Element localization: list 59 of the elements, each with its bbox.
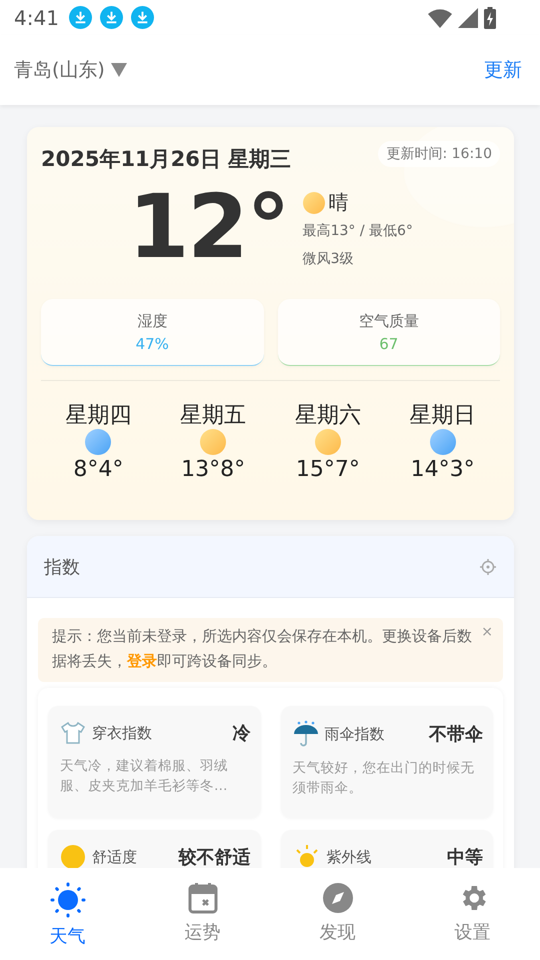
forecast-temperature: 14°3° [410,457,475,482]
index-name: 穿衣指数 [92,724,152,742]
forecast-day: 星期五 [180,403,246,429]
wind-text: 微风3级 [302,250,354,268]
forecast-day: 星期四 [65,403,132,429]
shirt-icon [60,720,86,746]
clock: 4:41 [14,6,59,30]
notice-text: 提示：您当前未登录，所选内容仅会保存在本机。更换设备后数据将丢失，登录即可跨设备同步。 [52,627,472,670]
index-name: 雨伞指数 [324,724,384,744]
sun-icon [302,192,325,214]
temperature-range: 最高13° / 最低6° [302,222,413,240]
sun-icon [200,429,226,455]
wifi-icon [428,8,452,28]
stat-value: 67 [379,334,398,352]
battery-icon [484,6,496,28]
index-card[interactable]: 舒适度 较不舒适 [48,830,260,868]
forecast-day: 星期六 [294,403,361,429]
index-card[interactable]: 雨伞指数 不带伞 天气较好，您在出门的时候无须带雨伞。 [280,706,493,818]
download-icon [130,6,154,29]
forecast-day: 星期日 [410,403,476,429]
index-value: 中等 [447,846,483,868]
nav-tab[interactable]: 设置 [405,868,540,960]
index-value: 较不舒适 [178,846,250,868]
forecast-temperature: 13°8° [181,457,246,482]
index-card[interactable]: 紫外线 中等 [280,830,493,868]
index-value: 冷 [232,722,250,745]
umbrella-icon [292,720,318,748]
sun-icon [50,882,86,918]
nav-tab[interactable]: 运势 [135,868,270,960]
current-temperature: 12° [128,177,289,277]
index-value: 不带伞 [429,723,483,746]
caret-icon [110,63,127,77]
condition-text: 晴 [328,189,349,216]
compass-icon [322,882,354,914]
close-button[interactable]: × [481,624,493,640]
index-name: 舒适度 [92,848,137,866]
index-description: 天气较好，您在出门的时候无须带雨伞。 [292,759,476,798]
signal-icon [458,8,478,28]
nav-tab[interactable]: 天气 [0,868,135,960]
forecast-temperature: 8°4° [73,457,124,482]
date-heading: 2025年11月26日 星期三 [41,146,292,173]
forecast-temperature: 15°7° [296,457,360,482]
stat-label: 湿度 [137,312,168,330]
index-title: 指数 [44,556,80,578]
refresh-button[interactable]: 更新 [484,57,522,83]
update-time: 更新时间: 16:10 [378,141,500,167]
cloud-icon [85,429,112,455]
index-description: 天气冷，建议着棉服、羽绒服、皮夹克加羊毛衫等冬… [60,757,229,796]
cloud-icon [430,429,456,455]
download-icon [68,6,92,29]
nav-tab[interactable]: 发现 [270,868,405,960]
sun-icon [314,429,341,455]
calendar-icon [188,882,218,914]
stat-label: 空气质量 [358,312,419,330]
download-icon [100,6,123,29]
index-name: 紫外线 [326,848,372,866]
city-selector[interactable]: 青岛(山东) [14,57,127,83]
index-card[interactable]: 穿衣指数 冷 天气冷，建议着棉服、羽绒服、皮夹克加羊毛衫等冬… [48,706,260,818]
stat-value: 47% [136,334,169,352]
